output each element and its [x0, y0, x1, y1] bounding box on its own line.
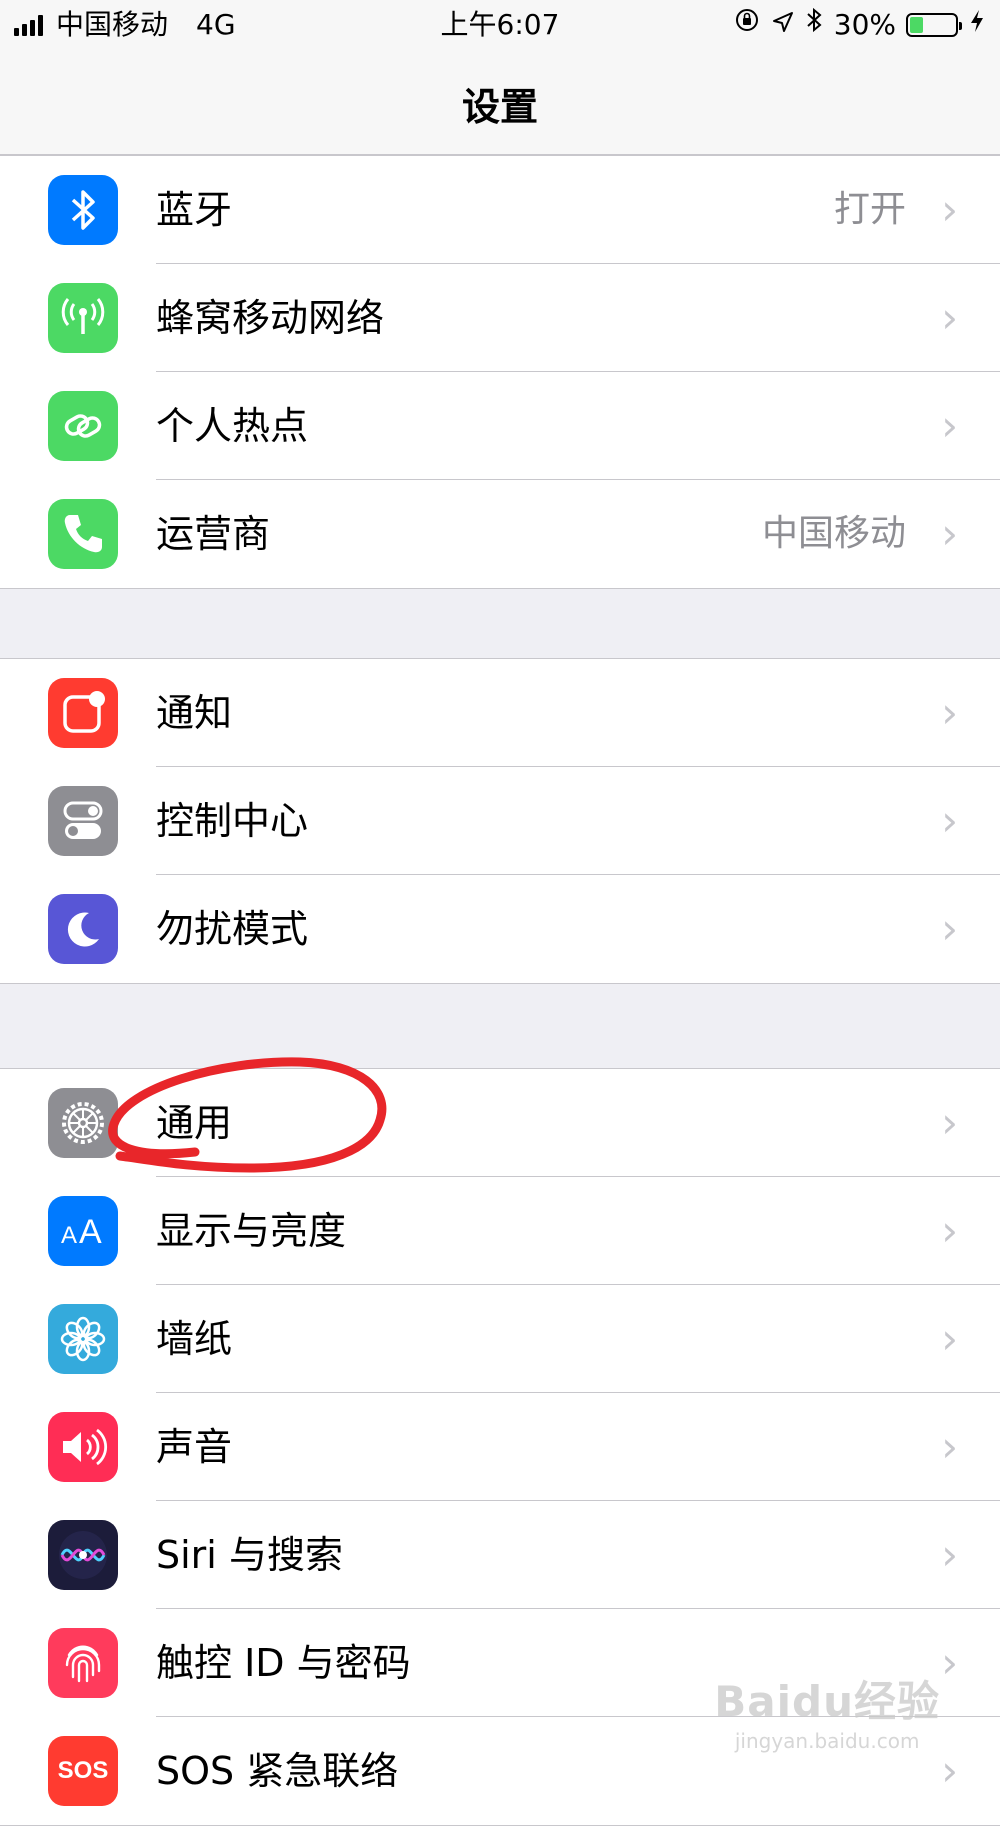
settings-row-siri[interactable]: Siri 与搜索 ›: [0, 1501, 1000, 1609]
settings-group-notifications: 通知 › 控制中心 › 勿扰模式 ›: [0, 658, 1000, 984]
wallpaper-icon: [48, 1304, 118, 1374]
battery-icon: [906, 13, 962, 37]
notifications-icon: [48, 678, 118, 748]
settings-row-bluetooth[interactable]: 蓝牙 打开 ›: [0, 156, 1000, 264]
settings-row-carrier[interactable]: 运营商 中国移动 ›: [0, 480, 1000, 588]
chevron-right-icon: ›: [941, 1098, 958, 1147]
settings-row-sounds[interactable]: 声音 ›: [0, 1393, 1000, 1501]
cellular-icon: [48, 283, 118, 353]
settings-row-cellular[interactable]: 蜂窝移动网络 ›: [0, 264, 1000, 372]
chevron-right-icon: ›: [941, 509, 958, 558]
location-icon: [772, 0, 794, 50]
settings-row-label: 通用: [156, 1101, 233, 1145]
settings-row-label: 控制中心: [156, 799, 309, 843]
status-right: 30%: [722, 0, 984, 50]
settings-row-display[interactable]: AA 显示与亮度 ›: [0, 1177, 1000, 1285]
chevron-right-icon: ›: [941, 293, 958, 342]
svg-text:A: A: [61, 1222, 77, 1249]
page-title: 设置: [461, 85, 538, 129]
settings-row-label: Siri 与搜索: [156, 1533, 343, 1577]
charging-icon: [970, 0, 984, 50]
chevron-right-icon: ›: [941, 1206, 958, 1255]
settings-row-label: SOS 紧急联络: [156, 1749, 399, 1793]
moon-icon: [48, 894, 118, 964]
watermark: Baidu经验 jingyan.baidu.com: [714, 1668, 940, 1753]
settings-row-value: 打开: [833, 189, 906, 230]
siri-icon: [48, 1520, 118, 1590]
settings-row-general[interactable]: 通用 ›: [0, 1069, 1000, 1177]
bluetooth-status-icon: [806, 0, 822, 50]
battery-percent: 30%: [833, 8, 896, 41]
fingerprint-icon: [48, 1628, 118, 1698]
nav-bar: 设置: [0, 50, 1000, 155]
settings-row-label: 显示与亮度: [156, 1209, 347, 1253]
orientation-lock-icon: [734, 0, 760, 50]
settings-row-label: 墙纸: [156, 1317, 233, 1361]
settings-group-connectivity: 蓝牙 打开 › 蜂窝移动网络 › 个人热点 › 运营商 中国移动 ›: [0, 155, 1000, 589]
chevron-right-icon: ›: [941, 401, 958, 450]
settings-row-label: 蓝牙: [156, 188, 233, 232]
settings-row-label: 触控 ID 与密码: [156, 1641, 411, 1685]
settings-row-control-center[interactable]: 控制中心 ›: [0, 767, 1000, 875]
settings-row-do-not-disturb[interactable]: 勿扰模式 ›: [0, 875, 1000, 983]
settings-row-notifications[interactable]: 通知 ›: [0, 659, 1000, 767]
control-center-icon: [48, 786, 118, 856]
sound-icon: [48, 1412, 118, 1482]
settings-row-label: 蜂窝移动网络: [156, 296, 385, 340]
watermark-logo: Baidu经验: [714, 1677, 940, 1726]
settings-row-wallpaper[interactable]: 墙纸 ›: [0, 1285, 1000, 1393]
settings-row-label: 个人热点: [156, 404, 309, 448]
settings-row-label: 声音: [156, 1425, 233, 1469]
chevron-right-icon: ›: [941, 1746, 958, 1795]
chevron-right-icon: ›: [941, 1314, 958, 1363]
settings-row-hotspot[interactable]: 个人热点 ›: [0, 372, 1000, 480]
chevron-right-icon: ›: [941, 796, 958, 845]
display-icon: AA: [48, 1196, 118, 1266]
bluetooth-icon: [48, 175, 118, 245]
battery-fill: [910, 17, 924, 33]
status-bar: 中国移动 4G 上午6:07 30%: [0, 0, 1000, 50]
chevron-right-icon: ›: [941, 1638, 958, 1687]
settings-row-label: 运营商: [156, 512, 271, 556]
svg-text:A: A: [79, 1213, 102, 1251]
gear-icon: [48, 1088, 118, 1158]
hotspot-icon: [48, 391, 118, 461]
sos-icon: SOS: [48, 1736, 118, 1806]
watermark-url: jingyan.baidu.com: [734, 1729, 920, 1753]
chevron-right-icon: ›: [941, 904, 958, 953]
settings-row-value: 中国移动: [761, 513, 906, 554]
phone-icon: [48, 499, 118, 569]
chevron-right-icon: ›: [941, 1530, 958, 1579]
chevron-right-icon: ›: [941, 1422, 958, 1471]
chevron-right-icon: ›: [941, 185, 958, 234]
settings-row-label: 勿扰模式: [156, 907, 309, 951]
chevron-right-icon: ›: [941, 688, 958, 737]
settings-row-label: 通知: [156, 691, 233, 735]
